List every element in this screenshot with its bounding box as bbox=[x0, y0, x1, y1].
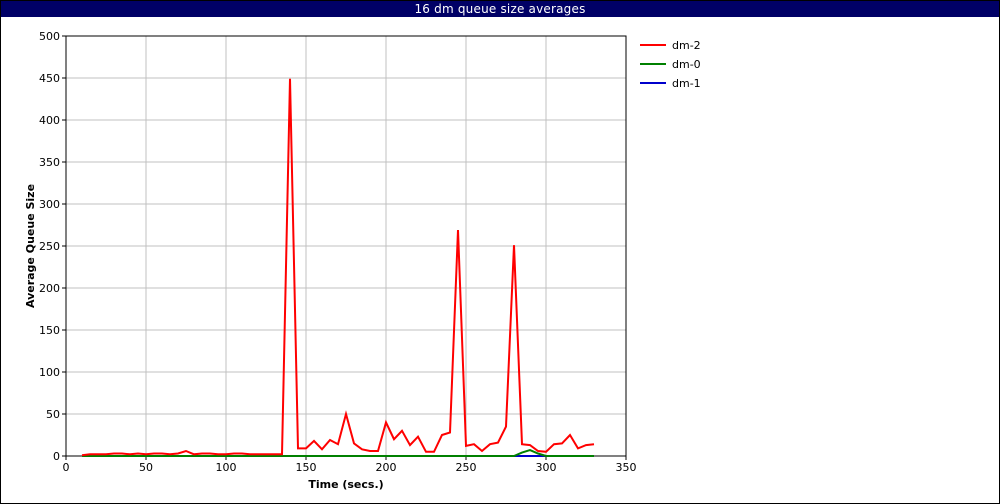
legend-label-dm-0: dm-0 bbox=[672, 58, 701, 71]
legend-label-dm-2: dm-2 bbox=[672, 39, 701, 52]
y-tick-label: 300 bbox=[39, 198, 60, 211]
series-lines bbox=[81, 78, 595, 457]
y-tick-label: 100 bbox=[39, 366, 60, 379]
y-tick-label: 500 bbox=[39, 30, 60, 43]
x-tick-label: 250 bbox=[456, 461, 477, 474]
y-tick-label: 450 bbox=[39, 72, 60, 85]
series-line-dm-2 bbox=[81, 78, 595, 457]
y-tick-label: 150 bbox=[39, 324, 60, 337]
y-axis-title: Average Queue Size bbox=[24, 184, 37, 308]
x-tick-label: 150 bbox=[296, 461, 317, 474]
y-tick-label: 0 bbox=[53, 450, 60, 463]
x-tick-label: 300 bbox=[536, 461, 557, 474]
y-tick-label: 200 bbox=[39, 282, 60, 295]
y-tick-label: 400 bbox=[39, 114, 60, 127]
x-tick-label: 50 bbox=[139, 461, 153, 474]
legend-label-dm-1: dm-1 bbox=[672, 77, 701, 90]
x-axis-title: Time (secs.) bbox=[308, 478, 383, 491]
chart-canvas: 0 50 100 150 200 250 300 350 0 50 100 150 200 250 300 3… bbox=[24, 30, 701, 491]
grid bbox=[66, 36, 626, 456]
x-tick-label: 350 bbox=[616, 461, 637, 474]
y-tick-label: 350 bbox=[39, 156, 60, 169]
x-tick-label: 100 bbox=[216, 461, 237, 474]
axes: 0 50 100 150 200 250 300 350 0 50 100 150 200 250 300 3… bbox=[39, 30, 637, 474]
x-tick-label: 200 bbox=[376, 461, 397, 474]
chart-window: 16 dm queue size averages 0 50 100 150 200 25… bbox=[0, 0, 1000, 504]
y-tick-label: 250 bbox=[39, 240, 60, 253]
x-tick-label: 0 bbox=[63, 461, 70, 474]
legend: dm-2 dm-0 dm-1 bbox=[640, 39, 701, 90]
y-tick-label: 50 bbox=[46, 408, 60, 421]
